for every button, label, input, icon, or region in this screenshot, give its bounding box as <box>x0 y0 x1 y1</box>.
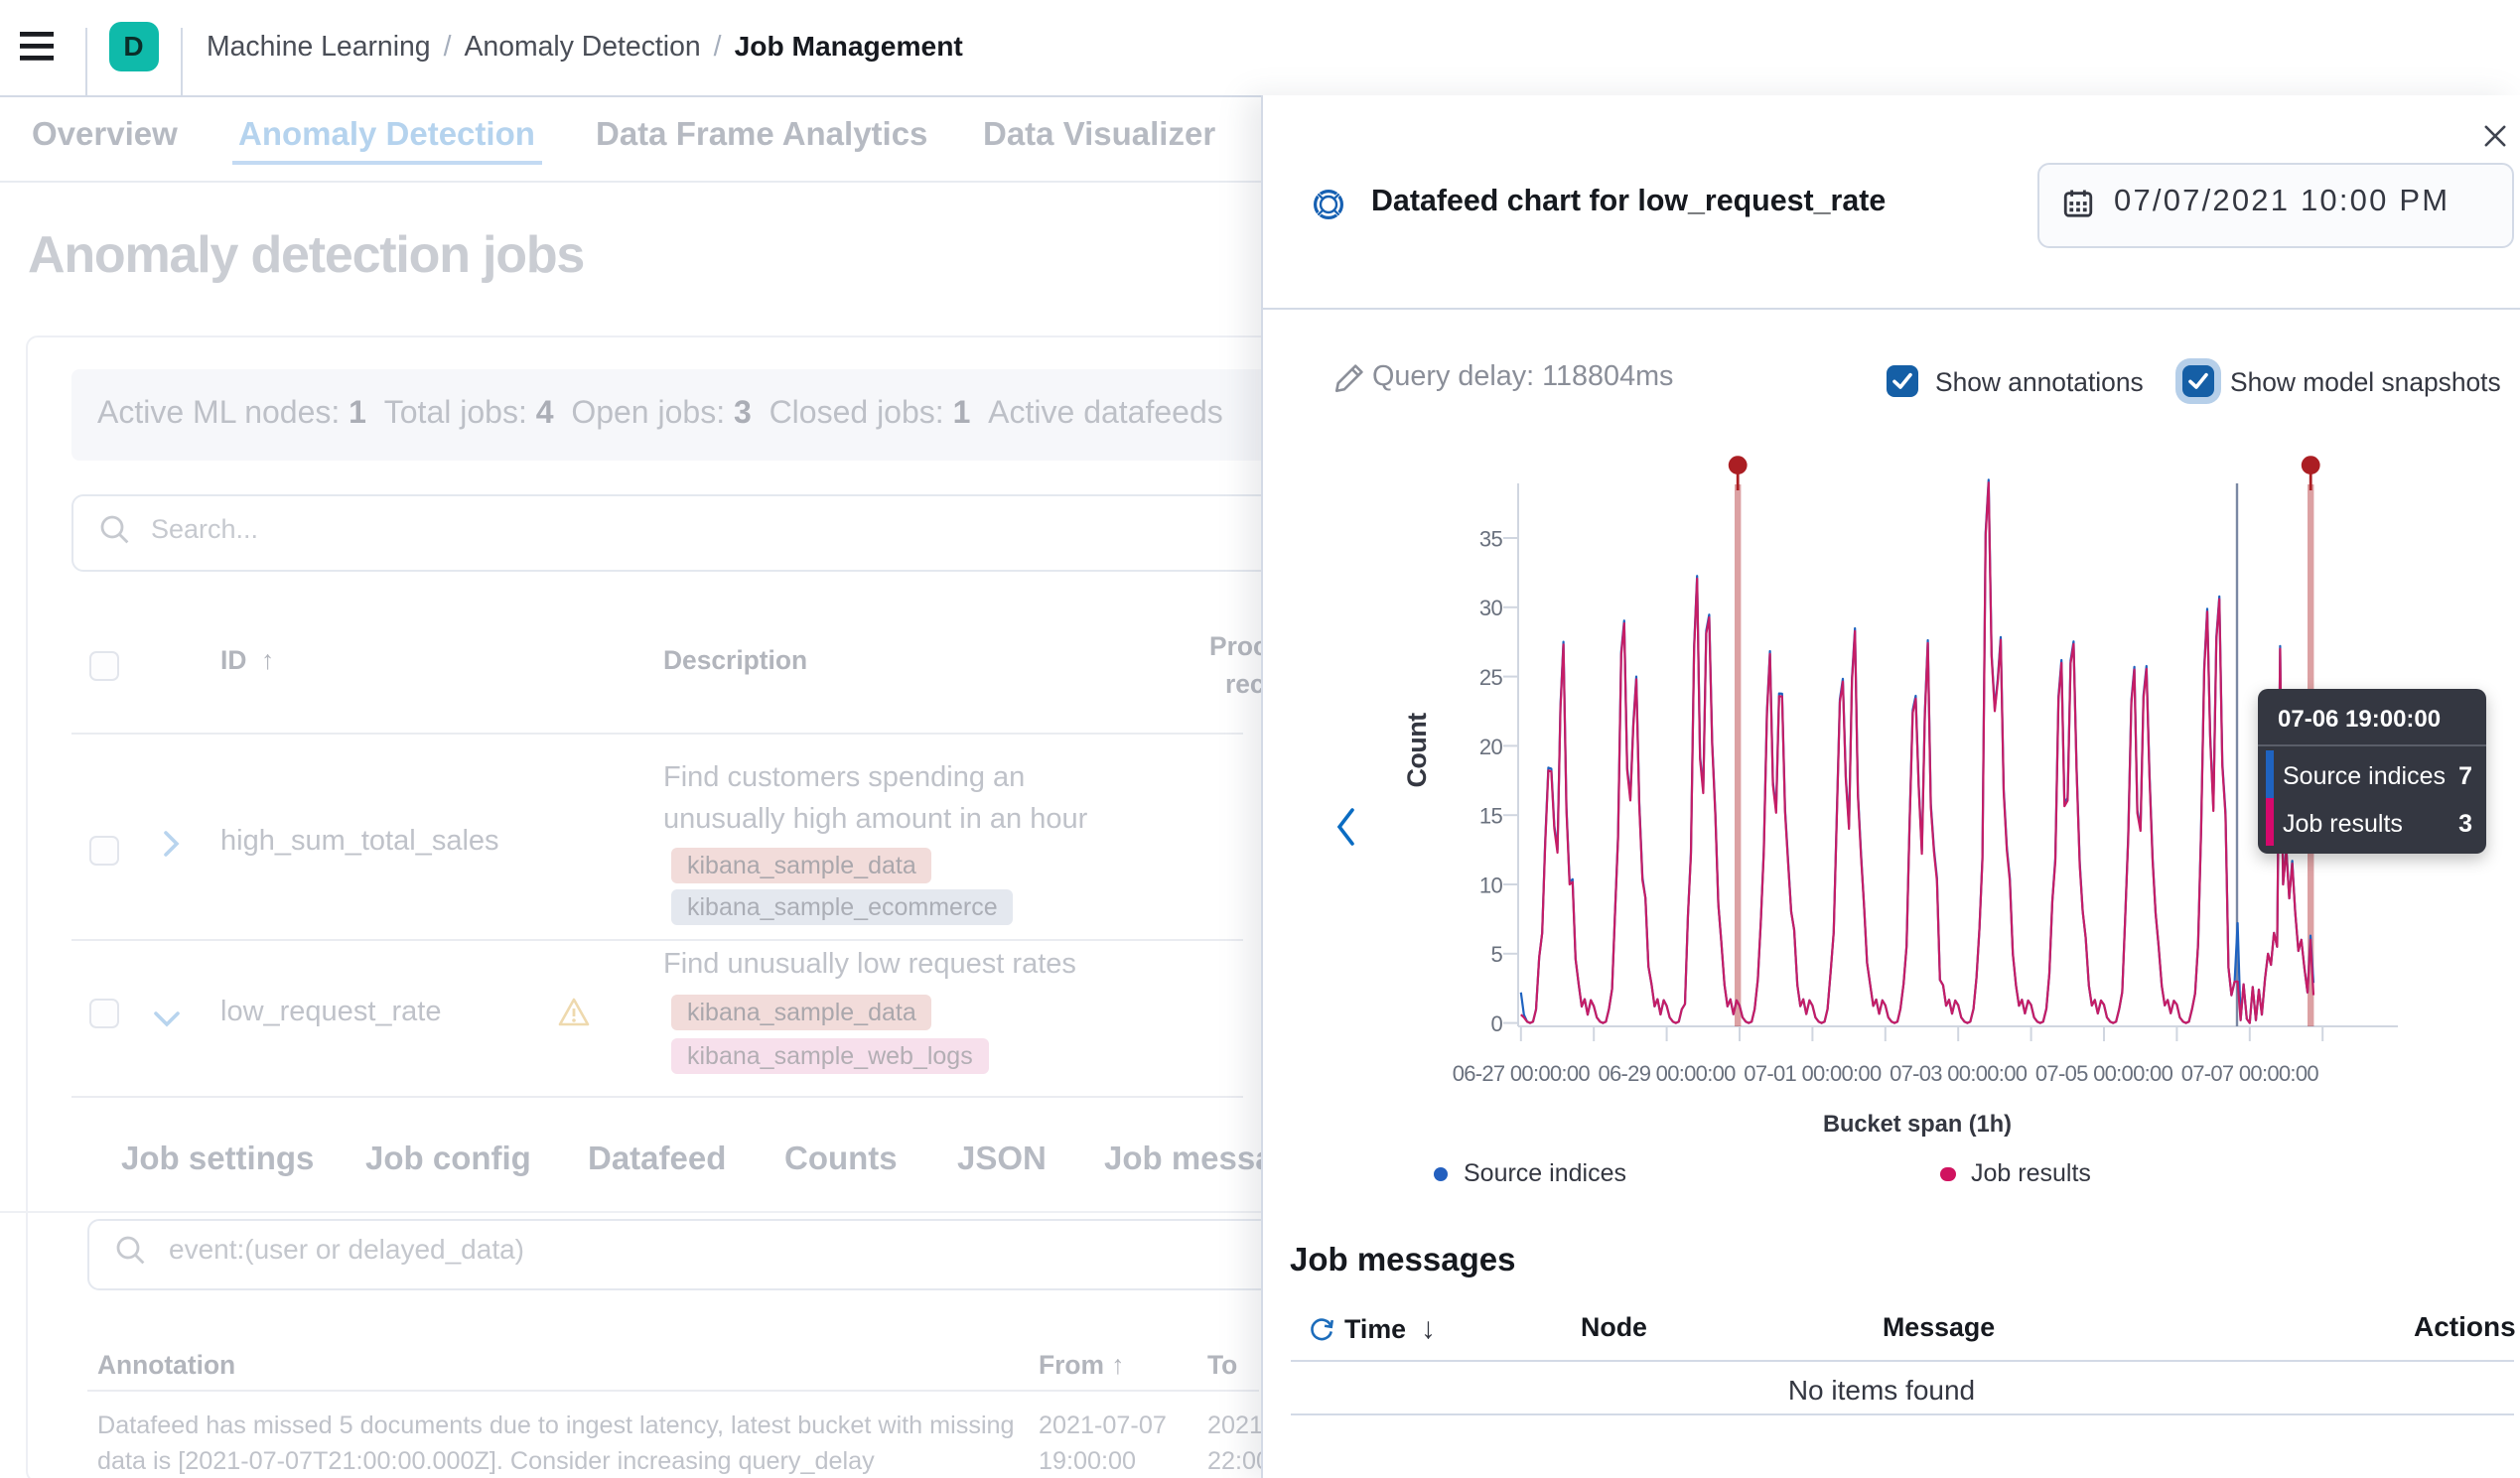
svg-text:10: 10 <box>1478 873 1502 897</box>
svg-text:06-27 00:00:00: 06-27 00:00:00 <box>1452 1061 1590 1086</box>
svg-text:20: 20 <box>1478 735 1502 759</box>
svg-text:Bucket span (1h): Bucket span (1h) <box>1822 1112 2011 1138</box>
svg-text:07-01 00:00:00: 07-01 00:00:00 <box>1743 1061 1881 1086</box>
svg-text:25: 25 <box>1478 665 1502 690</box>
svg-text:35: 35 <box>1478 526 1502 551</box>
svg-text:15: 15 <box>1478 804 1502 829</box>
svg-text:30: 30 <box>1478 596 1502 620</box>
svg-text:07-07 00:00:00: 07-07 00:00:00 <box>2180 1061 2318 1086</box>
svg-text:5: 5 <box>1489 942 1501 967</box>
svg-text:0: 0 <box>1489 1011 1501 1036</box>
svg-text:06-29 00:00:00: 06-29 00:00:00 <box>1597 1061 1735 1086</box>
svg-text:Count: Count <box>1401 713 1431 788</box>
svg-text:07-03 00:00:00: 07-03 00:00:00 <box>1889 1061 2027 1086</box>
svg-text:07-05 00:00:00: 07-05 00:00:00 <box>2034 1061 2172 1086</box>
